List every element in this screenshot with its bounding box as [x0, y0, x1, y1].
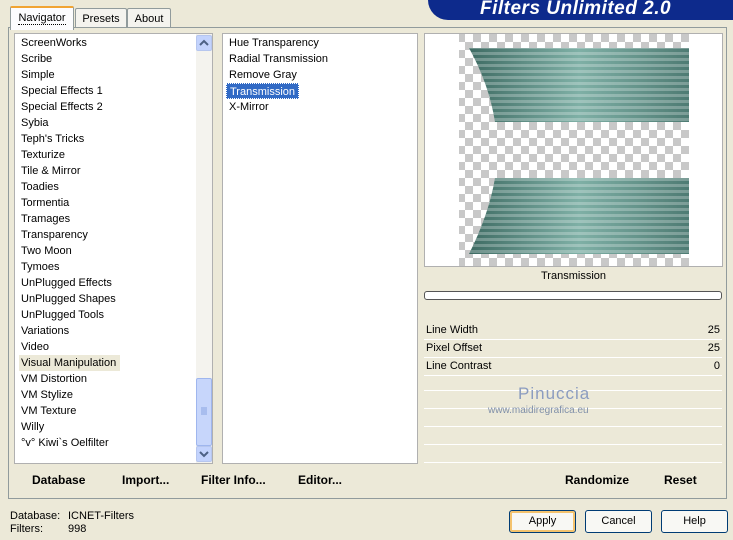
- category-item[interactable]: VM Distortion: [21, 371, 87, 387]
- import-button[interactable]: Import...: [122, 473, 169, 487]
- category-item[interactable]: Special Effects 2: [21, 99, 103, 115]
- database-button[interactable]: Database: [32, 473, 85, 487]
- param-row[interactable]: Line Width 25: [424, 322, 722, 340]
- database-button-label: Database: [32, 473, 86, 487]
- param-empty-row: [424, 445, 722, 463]
- category-item[interactable]: Willy: [21, 419, 44, 435]
- cancel-button-label: Cancel: [601, 515, 636, 527]
- param-value: 0: [713, 360, 720, 372]
- filter-item[interactable]: Radial Transmission: [229, 51, 328, 67]
- tab-presets[interactable]: Presets: [75, 8, 127, 28]
- preview-image: [459, 34, 689, 266]
- param-label: Line Contrast: [426, 360, 492, 372]
- apply-button[interactable]: Apply: [509, 510, 576, 533]
- category-item[interactable]: Scribe: [21, 51, 52, 67]
- param-label: Line Width: [426, 324, 478, 336]
- category-item[interactable]: Teph's Tricks: [21, 131, 84, 147]
- param-value: 25: [707, 342, 720, 354]
- category-item[interactable]: Sybia: [21, 115, 49, 131]
- tab-navigator[interactable]: Navigator: [10, 6, 74, 30]
- tab-presets-label: Presets: [82, 13, 120, 25]
- import-button-label: Import...: [122, 473, 170, 487]
- category-list[interactable]: ScreenWorks Scribe Simple Special Effects 1…: [14, 33, 213, 464]
- scroll-up-button[interactable]: [196, 35, 212, 51]
- status-database-value: ICNET-Filters: [68, 510, 134, 522]
- grip-icon: [201, 407, 207, 415]
- reset-button[interactable]: Reset: [664, 473, 697, 487]
- category-item[interactable]: VM Stylize: [21, 387, 73, 403]
- tab-navigator-label: Navigator: [18, 12, 66, 25]
- watermark-title: Pinuccia: [518, 384, 591, 403]
- randomize-button-label: Randomize: [565, 473, 630, 487]
- filter-item[interactable]: X-Mirror: [229, 99, 269, 115]
- category-item[interactable]: °v° Kiwi`s Oelfilter: [21, 435, 109, 451]
- status-filters-label: Filters:: [10, 523, 43, 535]
- filter-item[interactable]: Hue Transparency: [229, 35, 319, 51]
- param-row[interactable]: Pixel Offset 25: [424, 340, 722, 358]
- chevron-down-icon: [199, 451, 209, 458]
- app-title: Filters Unlimited 2.0: [480, 0, 672, 19]
- category-item[interactable]: Toadies: [21, 179, 59, 195]
- help-button-label: Help: [683, 515, 706, 527]
- watermark-url: www.maidiregrafica.eu: [488, 405, 589, 416]
- category-item[interactable]: Transparency: [21, 227, 88, 243]
- category-item[interactable]: Texturize: [21, 147, 65, 163]
- param-value: 25: [707, 324, 720, 336]
- param-empty-row: [424, 427, 722, 445]
- filter-item[interactable]: Remove Gray: [229, 67, 297, 83]
- category-item[interactable]: ScreenWorks: [21, 35, 87, 51]
- preview-panel: [424, 33, 723, 267]
- category-item[interactable]: Tymoes: [21, 259, 60, 275]
- category-item[interactable]: Tormentia: [21, 195, 69, 211]
- category-item[interactable]: Special Effects 1: [21, 83, 103, 99]
- cancel-button[interactable]: Cancel: [585, 510, 652, 533]
- category-item[interactable]: Variations: [21, 323, 69, 339]
- status-database-label: Database:: [10, 510, 61, 522]
- randomize-button[interactable]: Randomize: [565, 473, 629, 487]
- reset-button-label: Reset: [664, 473, 697, 487]
- progress-bar: [424, 291, 722, 300]
- param-label: Pixel Offset: [426, 342, 483, 354]
- filter-info-button[interactable]: Filter Info...: [201, 473, 266, 487]
- preview-label: Transmission: [541, 270, 606, 282]
- category-item[interactable]: Visual Manipulation: [19, 355, 121, 371]
- filter-list[interactable]: Hue Transparency Radial Transmission Remov…: [222, 33, 418, 464]
- category-item[interactable]: Tramages: [21, 211, 70, 227]
- editor-button-label: Editor...: [298, 473, 343, 487]
- chevron-up-icon: [199, 39, 209, 46]
- category-item[interactable]: UnPlugged Tools: [21, 307, 104, 323]
- tab-about[interactable]: About: [127, 8, 171, 28]
- scroll-thumb[interactable]: [196, 378, 212, 446]
- category-item[interactable]: UnPlugged Effects: [21, 275, 112, 291]
- filter-info-button-label: Filter Info...: [201, 473, 266, 487]
- tab-about-label: About: [134, 13, 164, 25]
- category-item[interactable]: UnPlugged Shapes: [21, 291, 116, 307]
- help-button[interactable]: Help: [661, 510, 728, 533]
- status-filters-value: 998: [68, 523, 87, 535]
- filter-item[interactable]: Transmission: [226, 83, 299, 99]
- category-item[interactable]: Two Moon: [21, 243, 72, 259]
- category-item[interactable]: Tile & Mirror: [21, 163, 80, 179]
- scroll-down-button[interactable]: [196, 446, 212, 462]
- category-item[interactable]: VM Texture: [21, 403, 76, 419]
- editor-button[interactable]: Editor...: [298, 473, 342, 487]
- apply-button-label: Apply: [528, 515, 557, 527]
- category-scrollbar[interactable]: [196, 34, 212, 463]
- category-item[interactable]: Simple: [21, 67, 55, 83]
- category-item[interactable]: Video: [21, 339, 49, 355]
